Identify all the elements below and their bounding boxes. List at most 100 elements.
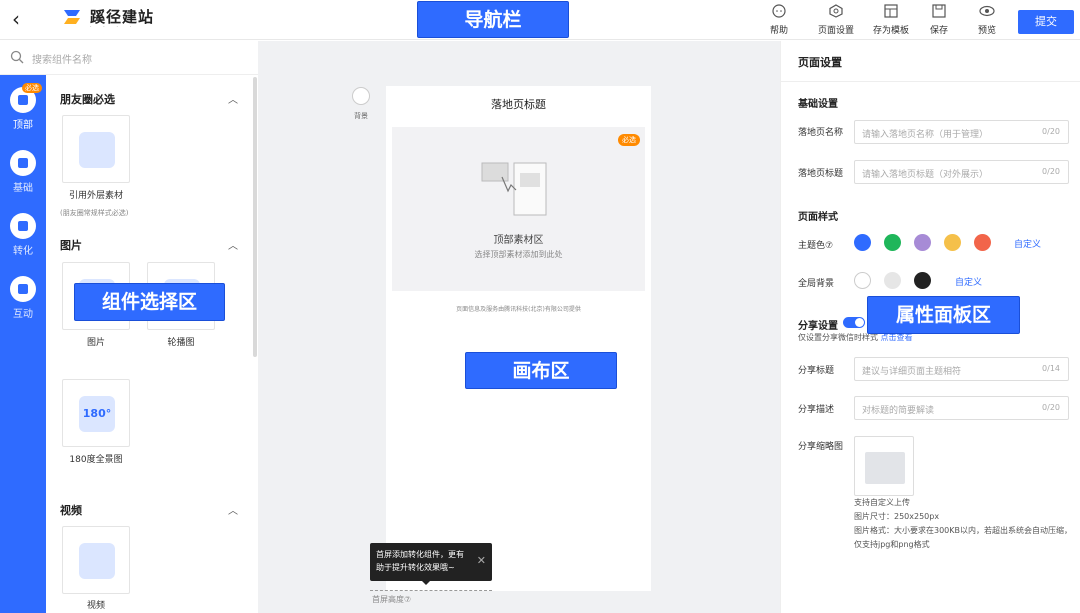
share-desc-placeholder: 对标题的简要解读 [862, 406, 935, 416]
sidebar-item-label: 转化 [13, 246, 33, 257]
theme-color-yellow[interactable] [944, 234, 961, 251]
landing-title-input[interactable]: 请输入落地页标题（对外展示） 0/20 [854, 160, 1069, 184]
sidebar-item-basic[interactable]: 基础 [0, 150, 46, 194]
help-button[interactable]: 帮助 [768, 4, 790, 36]
canvas-annotation-label: 画布区 [465, 352, 617, 389]
save-button[interactable]: 保存 [929, 4, 949, 36]
thumbnail-upload[interactable] [854, 436, 914, 496]
sidebar-item-label: 互动 [13, 309, 33, 320]
save-label: 保存 [929, 26, 948, 36]
save-as-template-label: 存为模板 [872, 26, 909, 36]
required-badge: 必选 [618, 134, 640, 146]
save-as-template-button[interactable]: 存为模板 [872, 4, 910, 36]
template-icon [884, 4, 898, 18]
property-annotation-label: 属性面板区 [867, 296, 1020, 334]
bg-color-white[interactable] [854, 272, 871, 289]
component-card-panorama[interactable]: 180° [62, 379, 130, 447]
component-label: 180度全景图 [69, 455, 123, 465]
tooltip-line: 助于提升转化效果哦~ [376, 563, 455, 572]
landing-page-preview: 落地页标题 必选 顶部素材区 选择顶部素材添加到此处 页面信息及服务由腾讯科技(… [386, 86, 651, 591]
top-area-title: 顶部素材区 [493, 235, 544, 246]
background-label: 背景 [354, 112, 368, 120]
component-label: 轮播图 [167, 338, 195, 348]
save-icon [932, 4, 946, 18]
component-annotation-label: 组件选择区 [74, 283, 225, 321]
first-screen-label: 首屏高度⑦ [372, 595, 412, 604]
tooltip-arrow [421, 580, 431, 585]
tooltip-line: 首屏添加转化组件，更有 [376, 550, 464, 559]
page-title[interactable]: 落地页标题 [386, 96, 651, 112]
basic-category-icon [10, 150, 36, 176]
divider [781, 81, 1080, 82]
char-count: 0/14 [1042, 364, 1060, 373]
landing-name-input[interactable]: 请输入落地页名称（用于管理） 0/20 [854, 120, 1069, 144]
theme-color-blue[interactable] [854, 234, 871, 251]
service-provider-note: 页面信息及服务由腾讯科技(北京)有限公司提供 [456, 306, 581, 313]
help-icon [772, 4, 786, 18]
sidebar-item-conversion[interactable]: 转化 [0, 213, 46, 257]
component-search[interactable]: 搜索组件名称 [0, 41, 258, 75]
component-card-video[interactable] [62, 526, 130, 594]
name-placeholder: 请输入落地页名称（用于管理） [862, 130, 989, 140]
custom-theme-link[interactable]: 自定义 [1014, 237, 1041, 250]
logo-subtext: · · · · [90, 24, 137, 30]
close-icon[interactable]: ✕ [477, 554, 486, 567]
interaction-category-icon [10, 276, 36, 302]
share-toggle[interactable] [843, 317, 865, 328]
first-screen-line [370, 590, 492, 591]
collapse-chevron-icon[interactable]: ︿ [228, 237, 238, 252]
component-panel: 朋友圈必选 ︿ 引用外层素材 (朋友圈常规样式必选) 图片 ︿ 图片 轮播图 1… [46, 75, 258, 613]
nav-annotation-label: 导航栏 [417, 1, 569, 38]
background-button[interactable] [352, 87, 370, 105]
theme-color-purple[interactable] [914, 234, 931, 251]
theme-color-green[interactable] [884, 234, 901, 251]
category-sidebar: 必选 顶部 基础 转化 互动 [0, 75, 46, 613]
bg-color-gray[interactable] [884, 272, 901, 289]
share-title-placeholder: 建议与详细页面主题相符 [862, 367, 962, 377]
collapse-chevron-icon[interactable]: ︿ [228, 91, 238, 106]
required-badge: 必选 [22, 83, 42, 93]
bg-color-black[interactable] [914, 272, 931, 289]
preview-button[interactable]: 预览 [977, 4, 997, 36]
custom-bg-link[interactable]: 自定义 [955, 275, 982, 288]
material-placeholder-icon [481, 162, 547, 216]
search-placeholder: 搜索组件名称 [32, 55, 92, 66]
sidebar-item-label: 顶部 [13, 120, 33, 131]
title-placeholder: 请输入落地页标题（对外展示） [862, 170, 989, 180]
thumb-note: 图片格式：大小要求在300KB以内，若超出系统会自动压缩，仅支持jpg和png格… [854, 526, 1073, 549]
global-bg-label: 全局背景 [798, 279, 835, 289]
image-icon [79, 132, 115, 168]
thumb-note: 图片尺寸：250x250px [854, 512, 940, 521]
collapse-chevron-icon[interactable]: ︿ [228, 502, 238, 517]
sidebar-item-interaction[interactable]: 互动 [0, 276, 46, 320]
component-scrollbar[interactable] [253, 77, 257, 357]
view-link[interactable]: 点击查看 [881, 333, 913, 342]
logo-icon [64, 10, 80, 24]
share-title-input[interactable]: 建议与详细页面主题相符 0/14 [854, 357, 1069, 381]
panel-title: 页面设置 [798, 56, 842, 69]
sidebar-item-top[interactable]: 必选 顶部 [0, 83, 46, 131]
component-label: 图片 [86, 338, 105, 348]
thumb-note: 支持自定义上传 [854, 498, 910, 507]
preview-icon [979, 5, 995, 17]
page-settings-button[interactable]: 页面设置 [816, 4, 856, 36]
char-count: 0/20 [1042, 127, 1060, 136]
section-note: (朋友圈常规样式必选) [60, 209, 129, 217]
page-style-title: 页面样式 [798, 212, 838, 223]
page-settings-label: 页面设置 [817, 26, 854, 36]
theme-color-red[interactable] [974, 234, 991, 251]
submit-button[interactable]: 提交 [1018, 10, 1074, 34]
image-placeholder-icon [865, 452, 905, 484]
preview-label: 预览 [977, 26, 996, 36]
section-title: 视频 [60, 504, 82, 517]
share-desc-input[interactable]: 对标题的简要解读 0/20 [854, 396, 1069, 420]
help-label: 帮助 [769, 26, 788, 36]
back-chevron-icon[interactable]: ‹ [12, 8, 20, 30]
component-label: 视频 [86, 601, 105, 611]
search-icon [10, 50, 24, 64]
theme-color-label: 主题色⑦ [798, 241, 834, 251]
component-card-external-material[interactable] [62, 115, 130, 183]
top-material-area[interactable]: 必选 顶部素材区 选择顶部素材添加到此处 [392, 127, 645, 291]
conversion-category-icon [10, 213, 36, 239]
share-settings-title: 分享设置 [798, 321, 838, 332]
